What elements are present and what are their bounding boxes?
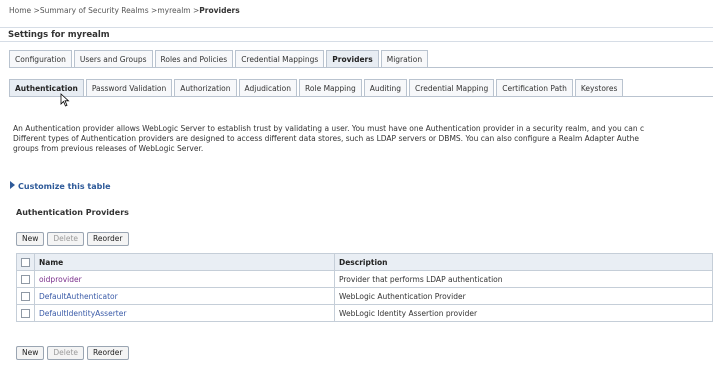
table-row: oidprovider Provider that performs LDAP … [16,270,713,288]
row-checkbox[interactable] [21,308,30,318]
reorder-button[interactable]: Reorder [87,346,129,360]
breadcrumb-current: Providers [199,6,240,15]
description-line: groups from previous releases of WebLogi… [13,144,204,153]
tab-migration[interactable]: Migration [380,50,429,67]
customize-table-link[interactable]: Customize this table [9,181,111,191]
table-toolbar-top: New Delete Reorder [16,232,129,246]
tab-users-and-groups[interactable]: Users and Groups [73,50,153,67]
provider-description: An Authentication provider allows WebLog… [13,124,713,154]
tab-divider [9,67,713,68]
subtab-role-mapping[interactable]: Role Mapping [299,79,362,96]
subtab-authentication[interactable]: Authentication [9,79,84,96]
breadcrumb: Home >Summary of Security Realms >myreal… [9,6,240,15]
subtab-keystores[interactable]: Keystores [574,79,624,96]
new-button[interactable]: New [16,232,45,246]
row-checkbox-cell [16,287,35,305]
tab-configuration[interactable]: Configuration [9,50,72,67]
name-cell: DefaultAuthenticator [34,287,335,305]
table-toolbar-bottom: New Delete Reorder [16,346,129,360]
reorder-button[interactable]: Reorder [87,232,129,246]
subtab-password-validation[interactable]: Password Validation [85,79,173,96]
name-column-header[interactable]: Name [34,253,335,271]
tab-credential-mappings[interactable]: Credential Mappings [235,50,325,67]
subtab-credential-mapping[interactable]: Credential Mapping [409,79,495,96]
tab-providers[interactable]: Providers [326,50,379,67]
provider-link[interactable]: oidprovider [39,275,82,284]
name-cell: oidprovider [34,270,335,288]
row-checkbox[interactable] [21,274,30,284]
breadcrumb-home[interactable]: Home [9,6,31,15]
table-row: DefaultAuthenticator WebLogic Authentica… [16,287,713,305]
description-line: Different types of Authentication provid… [13,134,639,143]
breadcrumb-realm[interactable]: myrealm [157,6,190,15]
select-all-cell [16,253,35,271]
description-cell: WebLogic Identity Assertion provider [334,304,713,322]
subtab-adjudication[interactable]: Adjudication [238,79,298,96]
expand-triangle-icon [9,181,16,191]
customize-table-label: Customize this table [18,181,111,191]
breadcrumb-summary[interactable]: Summary of Security Realms [40,6,149,15]
description-cell: Provider that performs LDAP authenticati… [334,270,713,288]
row-checkbox-cell [16,270,35,288]
page-title: Settings for myrealm [0,27,713,42]
subtab-auditing[interactable]: Auditing [363,79,408,96]
name-cell: DefaultIdentityAsserter [34,304,335,322]
new-button[interactable]: New [16,346,45,360]
row-checkbox[interactable] [21,291,30,301]
provider-link[interactable]: DefaultIdentityAsserter [39,309,126,318]
subtab-divider [9,96,713,97]
provider-link[interactable]: DefaultAuthenticator [39,292,118,301]
tab-roles-and-policies[interactable]: Roles and Policies [154,50,234,67]
description-column-header[interactable]: Description [334,253,713,271]
providers-table: Name Description oidprovider Provider th… [16,253,713,322]
delete-button[interactable]: Delete [47,346,85,360]
select-all-checkbox[interactable] [21,257,30,267]
description-cell: WebLogic Authentication Provider [334,287,713,305]
subtab-authorization[interactable]: Authorization [174,79,237,96]
table-row: DefaultIdentityAsserter WebLogic Identit… [16,304,713,322]
description-line: An Authentication provider allows WebLog… [13,124,645,133]
sub-tab-bar: Authentication Password Validation Autho… [9,79,625,96]
subtab-certification-path[interactable]: Certification Path [496,79,573,96]
mouse-cursor-icon [60,93,70,109]
row-checkbox-cell [16,304,35,322]
delete-button[interactable]: Delete [47,232,85,246]
main-tab-bar: Configuration Users and Groups Roles and… [9,50,430,67]
table-header-row: Name Description [16,253,713,271]
section-title: Authentication Providers [16,208,129,217]
